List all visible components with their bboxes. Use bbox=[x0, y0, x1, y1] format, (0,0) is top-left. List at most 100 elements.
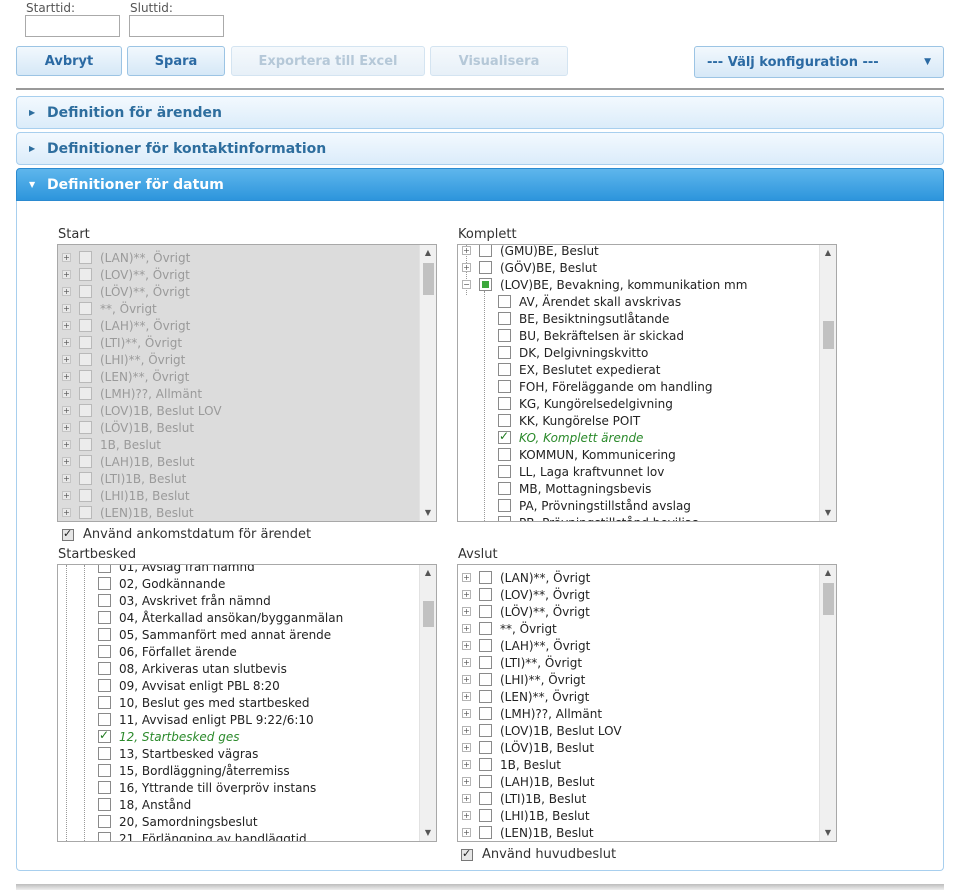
komplett-scrollbar[interactable]: ▲ ▼ bbox=[819, 245, 836, 521]
tree-checkbox[interactable] bbox=[79, 353, 92, 366]
tree-item[interactable]: + (LEN)1B, Beslut bbox=[58, 504, 419, 521]
scroll-up-icon[interactable]: ▲ bbox=[820, 565, 836, 581]
expand-icon[interactable]: + bbox=[462, 811, 471, 820]
expand-icon[interactable]: + bbox=[462, 607, 471, 616]
tree-checkbox[interactable] bbox=[98, 696, 111, 709]
tree-checkbox[interactable] bbox=[98, 594, 111, 607]
tree-checkbox[interactable] bbox=[79, 489, 92, 502]
tree-item[interactable]: 05, Sammanfört med annat ärende bbox=[58, 626, 419, 643]
tree-checkbox[interactable] bbox=[79, 268, 92, 281]
expand-icon[interactable]: + bbox=[62, 355, 71, 364]
checkbox-checked[interactable] bbox=[62, 527, 74, 541]
tree-item[interactable]: + (LTI)1B, Beslut bbox=[58, 470, 419, 487]
scroll-up-icon[interactable]: ▲ bbox=[820, 245, 836, 261]
expand-icon[interactable]: + bbox=[462, 246, 471, 255]
startbesked-tree[interactable]: 01, Avslag från nämnd 02, Godkännande 03, … bbox=[57, 564, 437, 842]
expand-icon[interactable]: + bbox=[62, 423, 71, 432]
scroll-thumb[interactable] bbox=[423, 601, 434, 627]
tree-checkbox[interactable] bbox=[498, 516, 511, 521]
tree-item[interactable]: + (LEN)1B, Beslut bbox=[458, 824, 819, 841]
start-tree[interactable]: + (LAN)**, Övrigt + (LOV)**, Övrigt + (LÖV)**… bbox=[57, 244, 437, 522]
expand-icon[interactable]: + bbox=[62, 389, 71, 398]
tree-item[interactable]: + (LMH)??, Allmänt bbox=[458, 705, 819, 722]
tree-checkbox[interactable] bbox=[479, 261, 492, 274]
tree-checkbox[interactable] bbox=[479, 707, 492, 720]
tree-item[interactable]: + (LTI)**, Övrigt bbox=[458, 654, 819, 671]
tree-item[interactable]: + (LTI)1B, Beslut bbox=[458, 790, 819, 807]
expand-icon[interactable]: + bbox=[62, 491, 71, 500]
cancel-button[interactable]: Avbryt bbox=[16, 46, 122, 76]
expand-icon[interactable]: + bbox=[462, 573, 471, 582]
tree-checkbox[interactable] bbox=[79, 302, 92, 315]
tree-checkbox[interactable] bbox=[498, 414, 511, 427]
tree-checkbox[interactable] bbox=[98, 815, 111, 828]
visualize-button[interactable]: Visualisera bbox=[430, 46, 568, 76]
start-arrival-date-option[interactable]: Använd ankomstdatum för ärendet bbox=[62, 527, 311, 542]
tree-checkbox[interactable] bbox=[479, 278, 492, 291]
end-time-input[interactable] bbox=[129, 15, 224, 37]
expand-icon[interactable]: + bbox=[62, 270, 71, 279]
expand-icon[interactable]: + bbox=[62, 474, 71, 483]
tree-item[interactable]: + (LOV)**, Övrigt bbox=[458, 586, 819, 603]
tree-checkbox[interactable] bbox=[479, 809, 492, 822]
tree-item[interactable]: + (LOV)**, Övrigt bbox=[58, 266, 419, 283]
expand-icon[interactable]: + bbox=[62, 304, 71, 313]
tree-checkbox[interactable] bbox=[479, 724, 492, 737]
tree-item[interactable]: + (GMU)BE, Beslut bbox=[458, 245, 819, 259]
checkbox-checked[interactable] bbox=[461, 847, 473, 861]
tree-item[interactable]: 08, Arkiveras utan slutbevis bbox=[58, 660, 419, 677]
tree-item[interactable]: + (LOV)1B, Beslut LOV bbox=[458, 722, 819, 739]
tree-item[interactable]: KOMMUN, Kommunicering bbox=[458, 446, 819, 463]
expand-icon[interactable]: + bbox=[62, 253, 71, 262]
tree-checkbox[interactable] bbox=[79, 472, 92, 485]
tree-checkbox[interactable] bbox=[479, 826, 492, 839]
tree-checkbox[interactable] bbox=[79, 506, 92, 519]
scroll-down-icon[interactable]: ▼ bbox=[420, 505, 436, 521]
collapse-icon[interactable]: − bbox=[462, 280, 471, 289]
tree-item[interactable]: + (LÖV)**, Övrigt bbox=[458, 603, 819, 620]
tree-checkbox[interactable] bbox=[79, 404, 92, 417]
avslut-main-decision-option[interactable]: Använd huvudbeslut bbox=[461, 847, 616, 862]
expand-icon[interactable]: + bbox=[62, 457, 71, 466]
tree-item[interactable]: − (LOV)BE, Bevakning, kommunikation mm bbox=[458, 276, 819, 293]
tree-checkbox[interactable] bbox=[479, 588, 492, 601]
tree-item[interactable]: + (LAN)**, Övrigt bbox=[458, 569, 819, 586]
tree-item[interactable]: PB, Prövningstillstånd beviljas bbox=[458, 514, 819, 521]
tree-checkbox[interactable] bbox=[479, 775, 492, 788]
tree-checkbox[interactable] bbox=[479, 571, 492, 584]
tree-item[interactable]: + (LÖV)1B, Beslut bbox=[58, 419, 419, 436]
tree-checkbox[interactable] bbox=[98, 645, 111, 658]
expand-icon[interactable]: + bbox=[62, 321, 71, 330]
tree-checkbox[interactable] bbox=[79, 438, 92, 451]
scroll-thumb[interactable] bbox=[423, 263, 434, 295]
tree-checkbox[interactable] bbox=[498, 346, 511, 359]
avslut-scrollbar[interactable]: ▲ ▼ bbox=[819, 565, 836, 841]
tree-item[interactable]: 16, Yttrande till överpröv instans bbox=[58, 779, 419, 796]
tree-item[interactable]: 18, Anstånd bbox=[58, 796, 419, 813]
tree-item[interactable]: + (LMH)??, Allmänt bbox=[58, 385, 419, 402]
accordion-header-kontakt[interactable]: ▶ Definitioner för kontaktinformation bbox=[16, 132, 944, 165]
tree-item[interactable]: + (LHI)1B, Beslut bbox=[58, 487, 419, 504]
tree-item[interactable]: 01, Avslag från nämnd bbox=[58, 565, 419, 575]
tree-checkbox[interactable] bbox=[79, 455, 92, 468]
tree-checkbox[interactable] bbox=[498, 482, 511, 495]
start-time-input[interactable] bbox=[25, 15, 120, 37]
tree-checkbox[interactable] bbox=[98, 662, 111, 675]
tree-item[interactable]: KK, Kungörelse POIT bbox=[458, 412, 819, 429]
expand-icon[interactable]: + bbox=[462, 726, 471, 735]
scroll-thumb[interactable] bbox=[823, 321, 834, 349]
tree-checkbox[interactable] bbox=[479, 605, 492, 618]
tree-checkbox[interactable] bbox=[498, 465, 511, 478]
expand-icon[interactable]: + bbox=[462, 658, 471, 667]
tree-item[interactable]: BU, Bekräftelsen är skickad bbox=[458, 327, 819, 344]
tree-item[interactable]: LL, Laga kraftvunnet lov bbox=[458, 463, 819, 480]
expand-icon[interactable]: + bbox=[462, 675, 471, 684]
tree-checkbox[interactable] bbox=[479, 245, 492, 257]
tree-checkbox[interactable] bbox=[479, 741, 492, 754]
tree-item[interactable]: + (LÖV)1B, Beslut bbox=[458, 739, 819, 756]
tree-checkbox[interactable] bbox=[98, 747, 111, 760]
tree-checkbox[interactable] bbox=[498, 429, 511, 444]
scroll-thumb[interactable] bbox=[823, 583, 834, 615]
tree-item[interactable]: + (LAH)1B, Beslut bbox=[458, 773, 819, 790]
tree-item[interactable]: FOH, Föreläggande om handling bbox=[458, 378, 819, 395]
